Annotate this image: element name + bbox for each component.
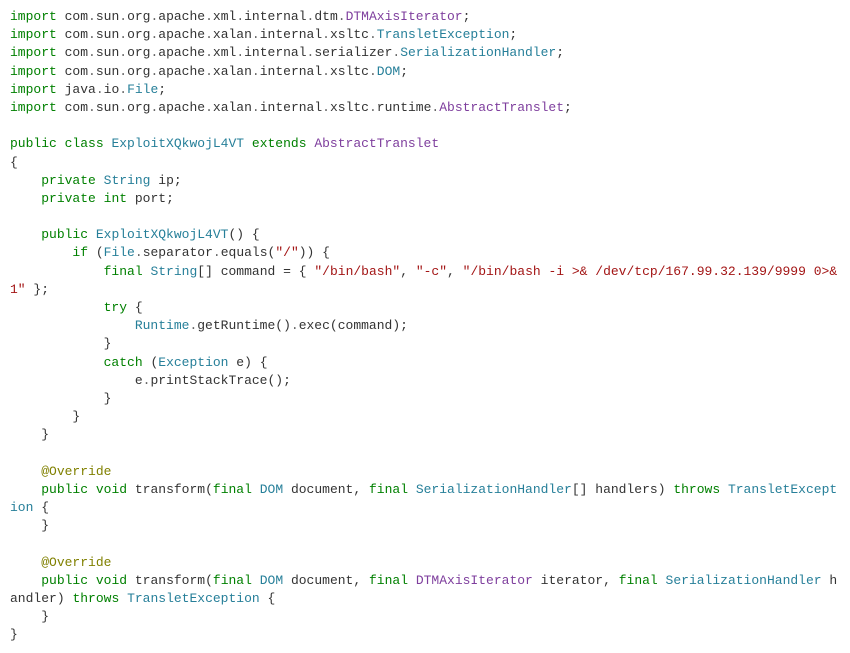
java-source-code: import com.sun.org.apache.xml.internal.d…	[10, 8, 840, 645]
